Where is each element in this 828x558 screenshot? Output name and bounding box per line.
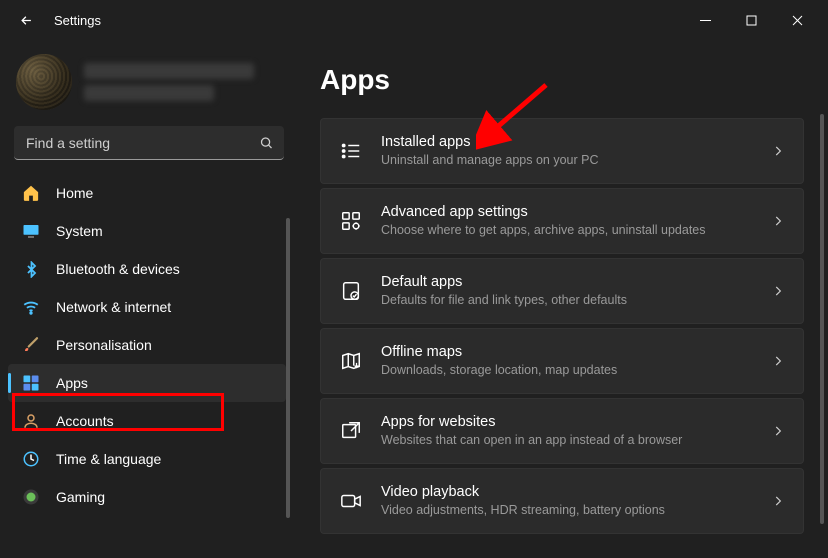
chevron-right-icon xyxy=(771,214,785,228)
sidebar-item-label: Gaming xyxy=(56,489,105,505)
card-installed-apps[interactable]: Installed apps Uninstall and manage apps… xyxy=(320,118,804,184)
wifi-icon xyxy=(22,298,40,316)
shield-check-icon xyxy=(339,279,363,303)
card-title: Advanced app settings xyxy=(381,203,771,221)
sidebar-item-label: Personalisation xyxy=(56,337,152,353)
sidebar-item-personalisation[interactable]: Personalisation xyxy=(8,326,286,364)
settings-cards: Installed apps Uninstall and manage apps… xyxy=(320,118,804,534)
clock-globe-icon xyxy=(22,450,40,468)
map-download-icon xyxy=(339,349,363,373)
sidebar-item-label: Home xyxy=(56,185,93,201)
card-offline-maps[interactable]: Offline maps Downloads, storage location… xyxy=(320,328,804,394)
card-title: Installed apps xyxy=(381,133,771,151)
sidebar-item-label: Network & internet xyxy=(56,299,171,315)
sidebar-item-network[interactable]: Network & internet xyxy=(8,288,286,326)
card-default-apps[interactable]: Default apps Defaults for file and link … xyxy=(320,258,804,324)
card-desc: Websites that can open in an app instead… xyxy=(381,433,771,449)
nav-list: Home System Bluetooth & devices Network … xyxy=(8,174,290,516)
list-icon xyxy=(339,139,363,163)
minimize-button[interactable] xyxy=(682,4,728,36)
main-scrollbar[interactable] xyxy=(820,114,824,524)
brush-icon xyxy=(22,336,40,354)
card-desc: Video adjustments, HDR streaming, batter… xyxy=(381,503,771,519)
sidebar-item-apps[interactable]: Apps xyxy=(8,364,286,402)
titlebar: Settings xyxy=(0,0,828,40)
main-panel: Apps Installed apps Uninstall and manage… xyxy=(290,40,828,558)
maximize-button[interactable] xyxy=(728,4,774,36)
card-desc: Defaults for file and link types, other … xyxy=(381,293,771,309)
card-title: Video playback xyxy=(381,483,771,501)
bluetooth-icon xyxy=(22,260,40,278)
card-desc: Choose where to get apps, archive apps, … xyxy=(381,223,771,239)
close-button[interactable] xyxy=(774,4,820,36)
sidebar-item-label: System xyxy=(56,223,103,239)
card-title: Apps for websites xyxy=(381,413,771,431)
sidebar-item-system[interactable]: System xyxy=(8,212,286,250)
sidebar-item-gaming[interactable]: Gaming xyxy=(8,478,286,516)
sidebar-item-label: Bluetooth & devices xyxy=(56,261,180,277)
open-external-icon xyxy=(339,419,363,443)
avatar xyxy=(16,54,72,110)
home-icon xyxy=(22,184,40,202)
card-apps-for-websites[interactable]: Apps for websites Websites that can open… xyxy=(320,398,804,464)
back-button[interactable] xyxy=(8,2,44,38)
card-title: Default apps xyxy=(381,273,771,291)
window-controls xyxy=(682,4,820,36)
apps-icon xyxy=(22,374,40,392)
sidebar: Home System Bluetooth & devices Network … xyxy=(0,40,290,558)
sidebar-item-label: Time & language xyxy=(56,451,161,467)
search-wrap xyxy=(14,126,284,160)
video-icon xyxy=(339,489,363,513)
card-desc: Downloads, storage location, map updates xyxy=(381,363,771,379)
chevron-right-icon xyxy=(771,354,785,368)
search-input[interactable] xyxy=(14,126,284,160)
window-title: Settings xyxy=(54,13,101,28)
card-desc: Uninstall and manage apps on your PC xyxy=(381,153,771,169)
sidebar-item-time[interactable]: Time & language xyxy=(8,440,286,478)
system-icon xyxy=(22,222,40,240)
card-video-playback[interactable]: Video playback Video adjustments, HDR st… xyxy=(320,468,804,534)
search-icon xyxy=(259,136,274,151)
sidebar-item-label: Apps xyxy=(56,375,88,391)
person-icon xyxy=(22,412,40,430)
chevron-right-icon xyxy=(771,424,785,438)
chevron-right-icon xyxy=(771,284,785,298)
sidebar-item-label: Accounts xyxy=(56,413,114,429)
page-title: Apps xyxy=(320,64,804,96)
card-title: Offline maps xyxy=(381,343,771,361)
account-text-blurred xyxy=(84,63,282,101)
chevron-right-icon xyxy=(771,494,785,508)
grid-gear-icon xyxy=(339,209,363,233)
gaming-icon xyxy=(22,488,40,506)
card-advanced-app-settings[interactable]: Advanced app settings Choose where to ge… xyxy=(320,188,804,254)
sidebar-item-home[interactable]: Home xyxy=(8,174,286,212)
sidebar-item-accounts[interactable]: Accounts xyxy=(8,402,286,440)
account-row[interactable] xyxy=(8,48,290,126)
chevron-right-icon xyxy=(771,144,785,158)
sidebar-item-bluetooth[interactable]: Bluetooth & devices xyxy=(8,250,286,288)
